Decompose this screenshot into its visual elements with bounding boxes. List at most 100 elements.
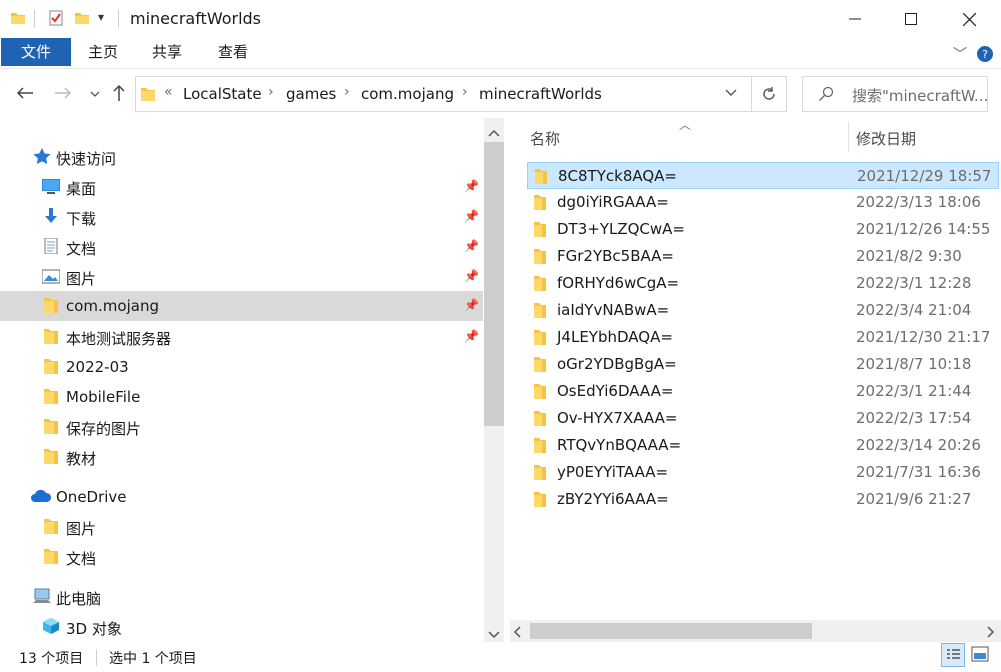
folder-icon [534,249,546,264]
nav-item-desktop[interactable]: 桌面 📌 [0,172,483,202]
nav-onedrive[interactable]: OneDrive [0,482,483,512]
address-history-button[interactable] [724,86,738,104]
file-row[interactable]: oGr2YDBgBgA= 2021/8/7 10:18 [527,351,999,378]
file-row[interactable]: FGr2YBc5BAA= 2021/8/2 9:30 [527,243,999,270]
customize-quick-access-icon[interactable]: ▾ [98,10,104,24]
nav-quick-access[interactable]: 快速访问 [0,142,483,172]
breadcrumb-minecraftworlds[interactable]: minecraftWorlds [479,85,602,103]
nav-item-onedrive-documents[interactable]: 文档 [0,542,483,572]
close-button[interactable] [940,0,998,38]
nav-item-pictures[interactable]: 图片 📌 [0,262,483,292]
nav-item-com-mojang[interactable]: com.mojang 📌 [0,291,483,321]
file-row[interactable]: DT3+YLZQCwA= 2021/12/26 14:55 [527,216,999,243]
scroll-down-icon[interactable] [487,626,501,644]
nav-item-documents[interactable]: 文档 📌 [0,232,483,262]
document-icon [44,238,58,254]
nav-item-2022-03[interactable]: 2022-03 [0,352,483,382]
chevron-right-icon[interactable]: › [462,84,468,100]
column-divider[interactable] [848,122,849,152]
nav-item-downloads[interactable]: 下载 📌 [0,202,483,232]
file-date: 2022/3/14 20:26 [856,436,981,454]
chevron-down-icon [725,89,737,96]
folder-icon [44,298,58,313]
tab-file[interactable]: 文件 [1,38,71,66]
close-icon [962,12,976,26]
file-name: 8C8TYck8AQA= [558,167,677,185]
file-row[interactable]: RTQvYnBQAAA= 2022/3/14 20:26 [527,432,999,459]
divider [118,10,119,28]
nav-label: 教材 [66,450,97,468]
nav-item-saved-pictures[interactable]: 保存的图片 [0,412,483,442]
folder-icon [44,419,58,434]
nav-label: 文档 [66,240,97,258]
nav-item-3d-objects[interactable]: 3D 对象 [0,612,483,642]
file-date: 2021/12/29 18:57 [857,167,992,185]
navigation-pane: 快速访问 桌面 📌 下载 📌 文档 📌 图片 📌 com.mojang 📌 本地… [0,118,484,642]
file-name: FGr2YBc5BAA= [557,247,675,265]
nav-item-mobilefile[interactable]: MobileFile [0,382,483,412]
tab-home[interactable]: 主页 [78,38,128,66]
breadcrumb-games[interactable]: games [286,85,336,103]
search-input[interactable]: 搜索"minecraftW... [852,85,988,106]
arrow-left-icon [16,87,33,99]
breadcrumb-com-mojang[interactable]: com.mojang [361,85,454,103]
large-icons-view-button[interactable] [969,643,993,667]
nav-item-textbooks[interactable]: 教材 [0,442,483,472]
scroll-left-icon[interactable] [512,625,522,643]
folder-icon [534,357,546,372]
file-row[interactable]: Ov-HYX7XAAA= 2022/2/3 17:54 [527,405,999,432]
forward-button[interactable] [52,84,74,106]
column-header-name[interactable]: 名称 [530,128,560,149]
nav-scrollbar-thumb[interactable] [484,142,504,426]
file-row[interactable]: J4LEYbhDAQA= 2021/12/30 21:17 [527,324,999,351]
help-icon[interactable]: ? [976,45,994,63]
column-header-date[interactable]: 修改日期 [856,128,916,149]
star-icon [33,148,51,164]
nav-label: OneDrive [56,488,127,506]
file-name: iaIdYvNABwA= [557,301,670,319]
tab-share[interactable]: 共享 [142,38,192,66]
file-row[interactable]: dg0iYiRGAAA= 2022/3/13 18:06 [527,189,999,216]
arrow-up-icon [113,84,125,101]
pin-icon: 📌 [464,209,479,223]
large-icons-view-icon [971,646,989,662]
nav-item-onedrive-pictures[interactable]: 图片 [0,512,483,542]
nav-this-pc[interactable]: 此电脑 [0,582,483,612]
folder-icon [535,169,547,184]
nav-item-local-test-server[interactable]: 本地测试服务器 📌 [0,322,483,352]
maximize-button[interactable] [882,0,940,38]
folder-icon [44,389,58,404]
window-title: minecraftWorlds [130,9,262,28]
status-selected-count: 选中 1 个项目 [109,651,197,667]
file-name: J4LEYbhDAQA= [557,328,673,346]
breadcrumb-localstate[interactable]: LocalState [183,85,262,103]
new-folder-icon[interactable] [74,10,90,26]
properties-icon[interactable] [48,10,64,26]
back-button[interactable] [14,84,36,106]
file-row[interactable]: yP0EYYiTAAA= 2021/7/31 16:36 [527,459,999,486]
scroll-up-icon[interactable] [487,124,501,142]
scroll-right-icon[interactable] [986,625,996,643]
computer-icon [33,588,51,603]
chevron-right-icon[interactable]: › [344,84,350,100]
pin-icon: 📌 [464,329,479,343]
tab-view[interactable]: 查看 [208,38,258,66]
file-row[interactable]: zBY2YYi6AAA= 2021/9/6 21:27 [527,486,999,513]
refresh-button[interactable] [751,76,787,112]
minimize-button[interactable] [826,0,884,38]
file-row[interactable]: iaIdYvNABwA= 2022/3/4 21:04 [527,297,999,324]
chevron-right-icon[interactable]: › [268,84,274,100]
up-button[interactable] [108,84,130,106]
file-list-scrollbar-thumb[interactable] [530,623,812,639]
file-row[interactable]: 8C8TYck8AQA= 2021/12/29 18:57 [527,162,999,189]
file-row[interactable]: fORHYd6wCgA= 2022/3/1 12:28 [527,270,999,297]
folder-icon [44,329,58,344]
minimize-icon [849,18,861,20]
file-row[interactable]: OsEdYi6DAAA= 2022/3/1 21:44 [527,378,999,405]
details-view-button[interactable] [941,643,965,667]
expand-ribbon-icon[interactable]: ﹀ [953,44,967,64]
address-overflow[interactable]: « [164,84,173,100]
folder-icon [534,276,546,291]
recent-locations-button[interactable] [84,84,106,106]
folder-icon [11,13,25,24]
